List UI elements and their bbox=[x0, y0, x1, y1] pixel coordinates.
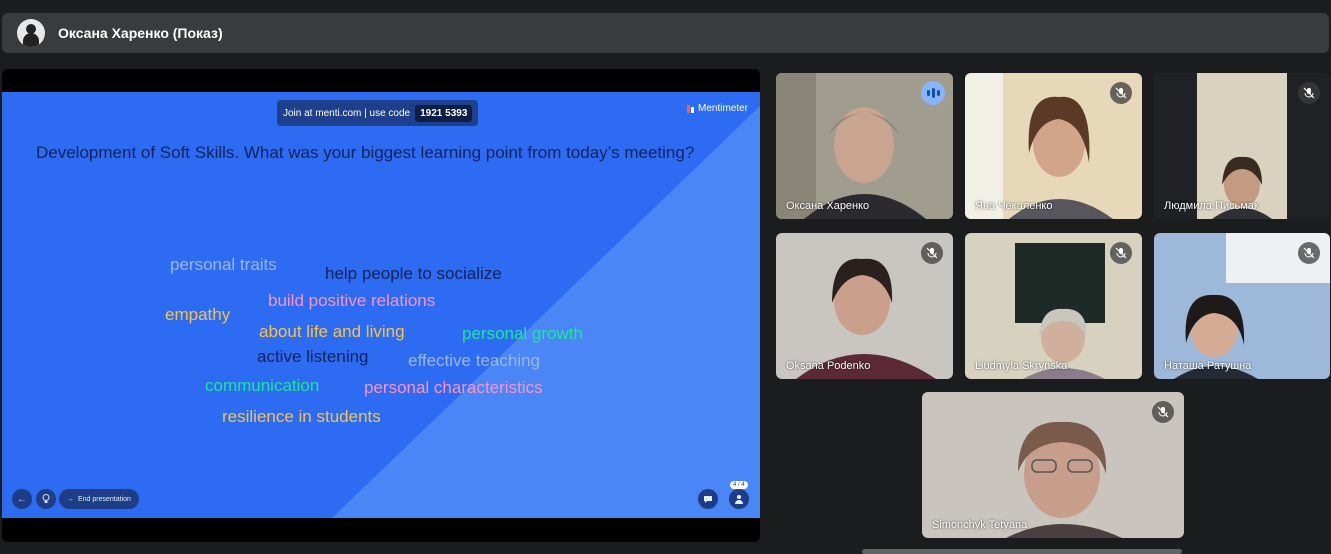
word-cloud-item: personal characteristics bbox=[364, 378, 543, 397]
mentimeter-slide: Join at menti.com | use code 1921 5393 M… bbox=[2, 92, 760, 518]
participant-tile[interactable]: Liudmyla Skrynska bbox=[965, 233, 1142, 379]
word-cloud-item: empathy bbox=[165, 305, 231, 324]
mic-off-icon bbox=[1298, 82, 1320, 104]
join-code-box: Join at menti.com | use code 1921 5393 bbox=[277, 100, 479, 126]
participant-video bbox=[922, 392, 1184, 538]
word-cloud-item: resilience in students bbox=[222, 407, 381, 426]
speaking-indicator-icon bbox=[921, 81, 945, 105]
word-cloud-item: help people to socialize bbox=[325, 264, 502, 283]
word-cloud-item: about life and living bbox=[259, 322, 405, 341]
arrow-right-icon: → bbox=[67, 495, 74, 503]
end-presentation-label: End presentation bbox=[78, 495, 131, 503]
presenter-bar: Оксана Харенко (Показ) bbox=[2, 13, 1329, 53]
presenter-title: Оксана Харенко (Показ) bbox=[58, 25, 223, 41]
participant-tile[interactable]: Оксана Харенко bbox=[776, 73, 953, 219]
participant-tile[interactable]: Наташа Ратушна bbox=[1154, 233, 1330, 379]
presentation-stage[interactable]: Join at menti.com | use code 1921 5393 M… bbox=[2, 69, 760, 542]
presenter-avatar bbox=[17, 19, 45, 47]
mic-off-icon bbox=[1298, 242, 1320, 264]
participant-name: Simonchyk Tetyana bbox=[932, 519, 1028, 531]
slide-counter: 4 / 4 bbox=[730, 481, 748, 489]
back-arrow-icon[interactable]: ← bbox=[12, 489, 32, 509]
mentimeter-brand: Mentimeter bbox=[686, 103, 748, 114]
participant-name: Наташа Ратушна bbox=[1164, 360, 1252, 372]
end-presentation-button[interactable]: → End presentation bbox=[59, 489, 139, 509]
participant-name: Яна Чекаленко bbox=[975, 200, 1053, 212]
participant-name: Людмила Письмак bbox=[1164, 200, 1259, 212]
word-cloud-item: build positive relations bbox=[268, 291, 436, 310]
word-cloud-item: effective teaching bbox=[408, 351, 540, 370]
participant-tile[interactable]: Oksana Podenko bbox=[776, 233, 953, 379]
brand-label: Mentimeter bbox=[697, 103, 748, 114]
mic-off-icon bbox=[921, 242, 943, 264]
participant-tile[interactable]: Яна Чекаленко bbox=[965, 73, 1142, 219]
join-code: 1921 5393 bbox=[415, 104, 473, 122]
participant-tile[interactable]: Simonchyk Tetyana bbox=[922, 392, 1184, 538]
word-cloud-item: personal traits bbox=[170, 255, 277, 274]
scrollbar[interactable] bbox=[862, 549, 1182, 554]
audience-icon[interactable] bbox=[729, 489, 749, 509]
join-text: Join at menti.com | use code bbox=[283, 107, 411, 119]
slide-question: Development of Soft Skills. What was you… bbox=[36, 143, 695, 162]
mic-off-icon bbox=[1110, 242, 1132, 264]
mic-off-icon bbox=[1152, 401, 1174, 423]
mentimeter-logo-icon bbox=[686, 104, 694, 113]
participant-name: Oksana Podenko bbox=[786, 360, 871, 372]
participant-name: Liudmyla Skrynska bbox=[975, 360, 1068, 372]
word-cloud-item: active listening bbox=[257, 347, 369, 366]
word-cloud-item: communication bbox=[205, 376, 320, 395]
chat-icon[interactable] bbox=[698, 489, 718, 509]
mic-off-icon bbox=[1110, 82, 1132, 104]
participant-tile[interactable]: Людмила Письмак bbox=[1154, 73, 1330, 219]
hint-lightbulb-icon[interactable] bbox=[36, 489, 56, 509]
word-cloud-item: personal growth bbox=[462, 324, 583, 343]
participant-name: Оксана Харенко bbox=[786, 200, 870, 212]
